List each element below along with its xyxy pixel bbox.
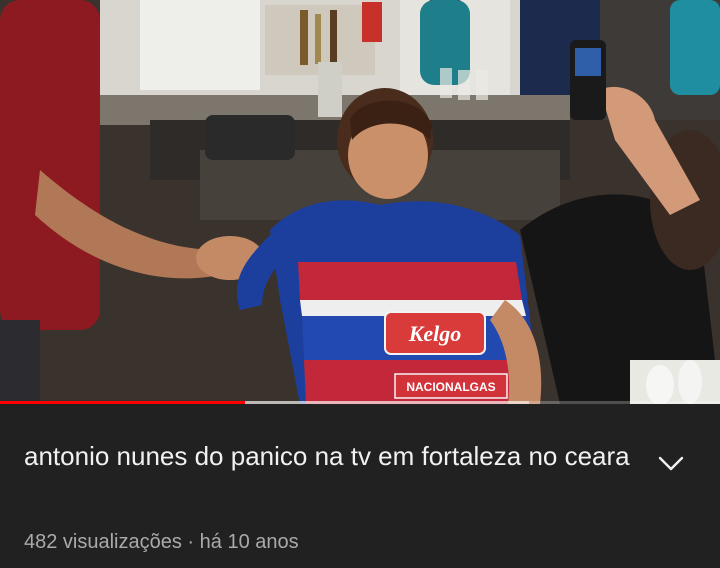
video-meta: 482 visualizações · há 10 anos (24, 528, 299, 556)
chevron-down-icon (658, 456, 684, 471)
video-frame: Kelgo NACIONALGAS (0, 0, 720, 404)
video-player[interactable]: Kelgo NACIONALGAS (0, 0, 720, 404)
meta-separator: · (181, 531, 200, 553)
jersey-sponsor-text: Kelgo (408, 321, 462, 346)
upload-age: há 10 anos (199, 531, 299, 553)
view-count: 482 visualizações (24, 531, 182, 553)
jersey-sleeve-text: NACIONALGAS (406, 380, 495, 394)
video-watch-screen: Kelgo NACIONALGAS antonio nunes do panic… (0, 0, 720, 568)
expand-description-button[interactable] (654, 446, 688, 480)
video-info-panel: antonio nunes do panico na tv em fortale… (0, 406, 720, 568)
progress-played (0, 401, 245, 404)
video-progress-bar[interactable] (0, 401, 720, 404)
video-title[interactable]: antonio nunes do panico na tv em fortale… (24, 436, 634, 477)
